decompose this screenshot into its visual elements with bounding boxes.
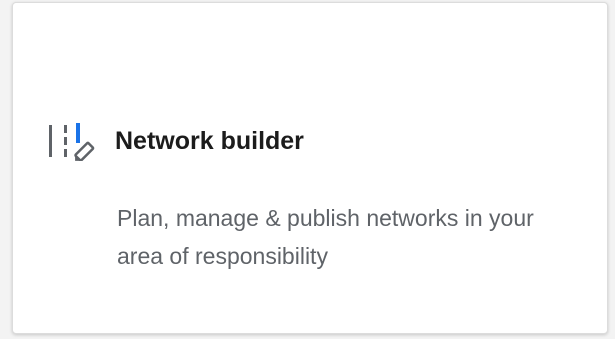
card-description: Plan, manage & publish networks in your … [117,205,534,269]
network-builder-icon [47,121,99,162]
network-builder-card[interactable]: Network builder Plan, manage & publish n… [12,2,608,334]
card-header: Network builder [47,121,304,162]
card-title: Network builder [115,126,304,155]
